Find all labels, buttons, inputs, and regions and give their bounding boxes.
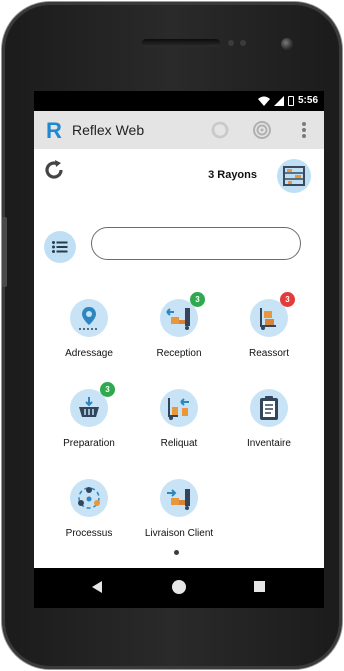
sync-icon[interactable] — [210, 120, 230, 140]
tile-label: Reception — [156, 348, 202, 359]
svg-text:R: R — [46, 119, 62, 141]
tile-label: Inventaire — [247, 438, 291, 449]
return-trolley-icon — [168, 398, 189, 420]
wifi-icon — [257, 96, 270, 106]
tile-reassort[interactable]: 3 Reassort — [224, 292, 314, 379]
rayons-button[interactable] — [277, 159, 311, 193]
tile-label: Adressage — [65, 348, 113, 359]
refresh-icon[interactable] — [42, 158, 66, 182]
notification-badge: 3 — [100, 382, 115, 397]
tile-label: Reliquat — [160, 438, 198, 449]
tile-livraison-client[interactable]: Livraison Client — [134, 479, 224, 559]
delivery-truck-icon — [167, 489, 190, 510]
hand-truck-icon — [260, 308, 276, 330]
more-vert-icon[interactable] — [294, 120, 314, 140]
rayons-count: 3 Rayons — [208, 169, 257, 181]
notification-badge: 3 — [280, 292, 295, 307]
tile-label: Reassort — [248, 348, 289, 359]
tile-label: Preparation — [63, 438, 115, 449]
status-bar: 5:56 — [34, 91, 324, 111]
list-icon — [52, 241, 68, 253]
tile-processus[interactable]: Processus — [44, 479, 134, 559]
notification-badge: 3 — [190, 292, 205, 307]
home-icon[interactable] — [172, 580, 186, 594]
earpiece-speaker — [142, 39, 220, 47]
clipboard-icon — [260, 396, 278, 420]
reflex-logo-icon: R — [46, 119, 62, 141]
android-nav-bar — [34, 568, 324, 608]
process-people-icon — [78, 487, 100, 509]
back-icon[interactable] — [92, 581, 102, 593]
app-screen: 5:56 R Reflex Web 3 Rayons Adressage 3 R… — [34, 91, 324, 568]
tile-preparation[interactable]: 3 Preparation — [44, 382, 134, 469]
front-camera — [281, 38, 293, 50]
tile-adressage[interactable]: Adressage — [44, 299, 134, 379]
tile-reliquat[interactable]: Reliquat — [134, 389, 224, 469]
battery-icon — [287, 95, 294, 106]
sensor-dot — [228, 40, 234, 46]
tile-label: Processus — [65, 528, 113, 539]
signal-icon — [273, 95, 284, 106]
list-menu-button[interactable] — [44, 231, 76, 263]
basket-icon — [79, 397, 99, 417]
target-icon[interactable] — [252, 120, 272, 140]
recent-apps-icon[interactable] — [254, 581, 265, 592]
app-title: Reflex Web — [72, 122, 145, 138]
search-input[interactable] — [91, 227, 301, 260]
shelf-icon — [283, 166, 305, 186]
location-pin-icon — [79, 307, 97, 330]
truck-receive-icon — [166, 308, 190, 330]
tile-label: Livraison Client — [144, 528, 214, 539]
tile-reception[interactable]: 3 Reception — [134, 292, 224, 379]
tile-inventaire[interactable]: Inventaire — [224, 389, 314, 469]
page-indicator — [174, 550, 179, 555]
app-bar: R Reflex Web — [34, 111, 324, 149]
volume-button — [2, 217, 7, 287]
sensor-dot — [240, 40, 246, 46]
status-time: 5:56 — [297, 95, 318, 106]
